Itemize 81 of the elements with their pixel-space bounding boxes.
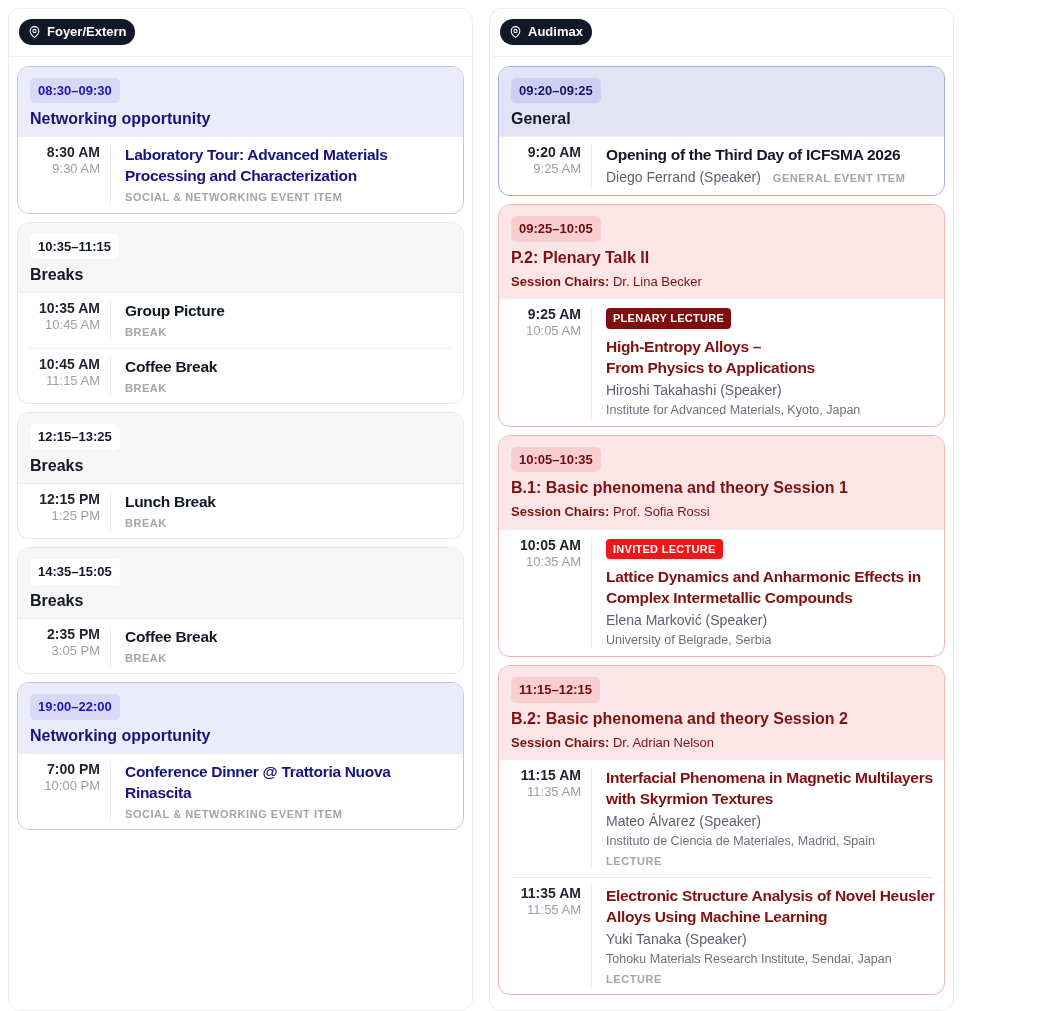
event-type-label: LECTURE (606, 971, 662, 987)
start-time: 7:00 PM (47, 760, 100, 778)
map-pin-icon (509, 24, 522, 39)
event-type-label: SOCIAL & NETWORKING EVENT ITEM (125, 190, 343, 206)
start-time: 8:30 AM (46, 144, 100, 162)
event-title[interactable]: Interfacial Phenomena in Magnetic Multilayers with Skyrmion Textures (606, 767, 938, 810)
start-time: 12:15 PM (39, 490, 100, 508)
event-title[interactable]: Laboratory Tour: Advanced Materials Processing and Characterization (125, 144, 457, 187)
session-time-range: 14:35–15:05 (30, 559, 120, 585)
session-title: Breaks (30, 455, 84, 476)
session-chairs: Dr. Adrian Nelson (612, 734, 715, 750)
session-time-range: 09:25–10:05 (511, 216, 601, 242)
session-title: P.2: Plenary Talk II (511, 247, 650, 268)
session-title: Networking opportunity (30, 725, 211, 746)
event-title[interactable]: High-Entropy Alloys – From Physics to Applications (606, 335, 815, 378)
speaker-name: Hiroshi Takahashi (Speaker) (606, 380, 782, 400)
session-chairs: Dr. Lina Becker (612, 273, 702, 289)
start-time: 10:35 AM (39, 300, 100, 318)
event-type-label: BREAK (125, 515, 167, 531)
session-time-range: 08:30–09:30 (30, 77, 120, 104)
session-time-range: 10:35–11:15 (30, 233, 119, 260)
end-time: 11:35 AM (527, 784, 581, 801)
start-time: 10:45 AM (39, 355, 100, 373)
chairs-label: Session Chairs: (511, 734, 610, 750)
speaker-name: Yuki Tanaka (Speaker) (606, 929, 747, 949)
end-time: 9:30 AM (52, 161, 100, 178)
session-title: General (511, 109, 571, 130)
session-time-range: 10:05–10:35 (511, 446, 601, 473)
start-time: 9:20 AM (527, 144, 581, 162)
lecture-type-badge: PLENARY LECTURE (606, 308, 732, 329)
session-time-range: 09:20–09:25 (511, 77, 601, 104)
event-title[interactable]: Coffee Break (125, 625, 218, 647)
session-title: Breaks (30, 590, 84, 611)
chairs-label: Session Chairs: (511, 504, 610, 520)
location-pill: Foyer/Extern (19, 19, 136, 45)
affiliation-text: Instituto de Ciencia de Materiales, Madrid, Spain (606, 833, 875, 851)
session-time-range: 11:15–12:15 (511, 677, 600, 703)
event-title[interactable]: Group Picture (125, 300, 225, 322)
end-time: 10:35 AM (526, 553, 581, 570)
event-type-label: BREAK (125, 380, 167, 396)
session-time-range: 12:15–13:25 (30, 424, 120, 450)
end-time: 10:45 AM (45, 317, 100, 334)
map-pin-icon (28, 24, 41, 39)
event-title[interactable]: Electronic Structure Analysis of Novel Heusler Alloys Using Machine Learning (606, 884, 938, 927)
event-title[interactable]: Opening of the Third Day of ICFSMA 2026 (606, 144, 901, 166)
event-title[interactable]: Conference Dinner @ Trattoria Nuova Rinascita (125, 760, 457, 803)
event-title[interactable]: Coffee Break (125, 355, 218, 377)
session-title: Networking opportunity (30, 109, 211, 130)
start-time: 10:05 AM (520, 536, 581, 554)
end-time: 11:55 AM (527, 901, 581, 918)
event-title[interactable]: Lunch Break (125, 490, 216, 512)
session-chairs: Prof. Sofia Rossi (612, 504, 710, 520)
end-time: 1:25 PM (51, 507, 100, 524)
session-title: Breaks (30, 265, 84, 286)
speaker-name: Elena Marković (Speaker) (606, 611, 768, 631)
end-time: 10:00 PM (44, 777, 100, 794)
event-title[interactable]: Lattice Dynamics and Anharmonic Effects in Complex Intermetallic Compounds (606, 566, 938, 609)
end-time: 11:15 AM (46, 372, 100, 389)
event-type-label: SOCIAL & NETWORKING EVENT ITEM (125, 806, 343, 822)
start-time: 11:35 AM (520, 884, 581, 902)
speaker-name: Mateo Álvarez (Speaker) (606, 812, 761, 832)
event-type-label: GENERAL EVENT ITEM (772, 171, 906, 187)
session-title: B.2: Basic phenomena and theory Session 2 (511, 708, 848, 729)
speaker-name: Diego Ferrand (Speaker) (606, 168, 761, 188)
chairs-label: Session Chairs: (511, 273, 610, 289)
event-type-label: BREAK (125, 650, 167, 666)
start-time: 11:15 AM (520, 767, 581, 785)
affiliation-text: Tohoku Materials Research Institute, Sendai, Japan (606, 950, 892, 968)
location-pill: Audimax (500, 19, 592, 45)
end-time: 10:05 AM (526, 323, 581, 340)
affiliation-text: Institute for Advanced Materials, Kyoto, Japan (606, 401, 861, 419)
start-time: 2:35 PM (47, 625, 100, 643)
session-title: B.1: Basic phenomena and theory Session 1 (511, 478, 848, 499)
end-time: 3:05 PM (51, 642, 100, 659)
event-type-label: BREAK (125, 325, 167, 341)
start-time: 9:25 AM (527, 306, 581, 324)
end-time: 9:25 AM (533, 161, 581, 178)
event-type-label: LECTURE (606, 854, 662, 870)
affiliation-text: University of Belgrade, Serbia (606, 632, 772, 650)
session-time-range: 19:00–22:00 (30, 694, 120, 720)
lecture-type-badge: INVITED LECTURE (606, 538, 723, 560)
